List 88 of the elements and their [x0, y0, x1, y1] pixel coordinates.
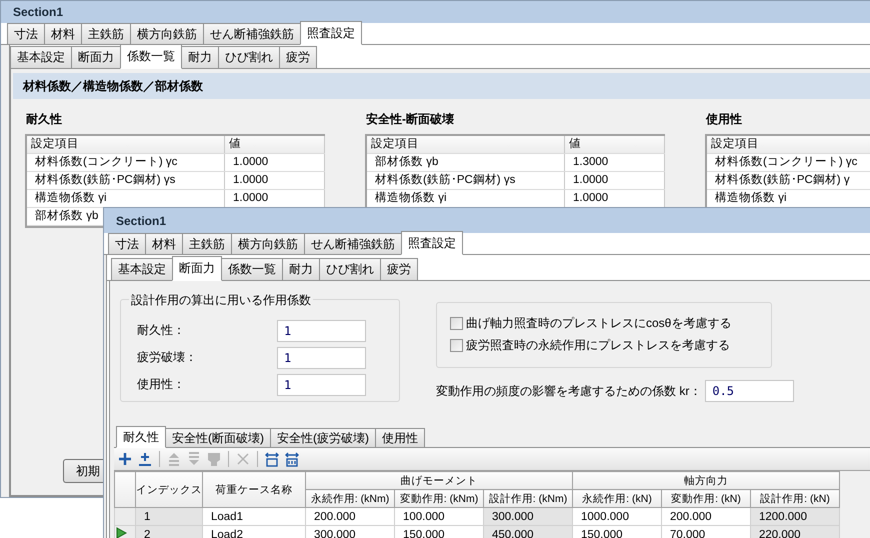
input-field[interactable]: 0.5 [705, 380, 794, 402]
column-header: 設定項目 [367, 136, 565, 153]
tab[interactable]: 基本設定 [111, 258, 173, 280]
tab[interactable]: 照査設定 [300, 21, 362, 45]
tab[interactable]: ひび割れ [218, 46, 280, 68]
column-group-header: 軸方向力 [572, 472, 840, 490]
section-heading: 使用性 [705, 111, 743, 128]
table-cell: 300.000 [484, 508, 572, 526]
column-header: インデックス [136, 472, 202, 508]
tab[interactable]: 係数一覧 [221, 258, 283, 280]
table-cell: Load2 [202, 526, 306, 538]
tab[interactable]: 主鉄筋 [182, 233, 232, 254]
tab[interactable]: 材料 [145, 233, 183, 254]
delete-icon [235, 451, 251, 467]
tab[interactable]: 横方向鉄筋 [130, 23, 204, 44]
tab[interactable]: 耐力 [181, 46, 219, 68]
tab[interactable]: 寸法 [108, 233, 146, 254]
field-label: 疲労破壊： [137, 349, 198, 366]
table-cell: 1 [136, 508, 202, 526]
table-cell: 200.000 [662, 508, 750, 526]
tab[interactable]: 使用性 [375, 428, 425, 447]
tab[interactable]: 安全性(断面破壊) [165, 428, 271, 447]
section-heading: 安全性-断面破壊 [365, 111, 455, 128]
tab[interactable]: 寸法 [7, 23, 45, 44]
add-icon [117, 451, 133, 467]
table-cell: 300.000 [306, 526, 394, 538]
tab[interactable]: 安全性(疲労破壊) [270, 428, 376, 447]
tab[interactable]: 疲労 [380, 258, 418, 280]
init-button[interactable]: 初期 [63, 459, 103, 483]
input-field[interactable]: 1 [277, 374, 366, 396]
column-header: 設計作用: (kN) [750, 490, 840, 508]
table-cell: 1000.000 [572, 508, 662, 526]
field-label: 変動作用の頻度の影響を考慮するための係数 kr： [436, 382, 702, 400]
panel-title: 材料係数／構造物係数／部材係数 [13, 73, 870, 99]
insert-icon [137, 451, 153, 467]
field-label: 使用性： [137, 376, 186, 393]
tab[interactable]: 材料 [44, 23, 82, 44]
tab[interactable]: 横方向鉄筋 [231, 233, 305, 254]
table-cell: 2 [136, 526, 202, 538]
fit-icon [264, 451, 280, 467]
column-header: 値 [565, 136, 665, 153]
tab[interactable]: 基本設定 [10, 46, 72, 68]
column-header: 変動作用: (kNm) [394, 490, 484, 508]
input-field[interactable]: 1 [277, 346, 366, 368]
tab[interactable]: せん断補強鉄筋 [203, 23, 301, 44]
table-cell: 1200.000 [750, 508, 840, 526]
fit-number-tool[interactable] [284, 451, 300, 467]
table-cell: 150.000 [394, 526, 484, 538]
column-header: 荷重ケース名称 [202, 472, 306, 508]
table-cell: 70.000 [662, 526, 750, 538]
add-tool[interactable] [117, 451, 133, 467]
down-icon [186, 451, 202, 467]
fit-number-icon [284, 451, 300, 467]
field-label: 耐久性： [137, 322, 186, 339]
tab[interactable]: 係数一覧 [120, 44, 182, 69]
table-cell: 220.000 [750, 526, 840, 538]
column-header: 設計作用: (kNm) [484, 490, 572, 508]
column-header: 設定項目 [707, 136, 870, 153]
column-group-header: 曲げモーメント [306, 472, 572, 490]
column-header: 永続作用: (kNm) [306, 490, 394, 508]
fit-tool[interactable] [264, 451, 280, 467]
tab[interactable]: 耐久性 [116, 426, 166, 448]
section-heading: 耐久性 [25, 111, 63, 128]
group-title: 設計作用の算出に用いる作用係数 [129, 292, 313, 309]
tab[interactable]: 耐力 [282, 258, 320, 280]
table-cell: 150.000 [572, 526, 662, 538]
tab[interactable]: 照査設定 [401, 231, 463, 255]
up-icon [166, 451, 182, 467]
table-cell: Load1 [202, 508, 306, 526]
tab[interactable]: せん断補強鉄筋 [304, 233, 402, 254]
column-header: 設定項目 [27, 136, 225, 153]
tab[interactable]: 断面力 [71, 46, 121, 68]
tab[interactable]: 断面力 [172, 256, 222, 281]
tab[interactable]: ひび割れ [319, 258, 381, 280]
checkbox[interactable]: 疲労照査時の永続作用にプレストレスを考慮する [450, 337, 771, 353]
insert-tool[interactable] [137, 451, 153, 467]
column-header: 変動作用: (kN) [662, 490, 750, 508]
tab[interactable]: 疲労 [279, 46, 317, 68]
column-header: 値 [225, 136, 325, 153]
tab[interactable]: 主鉄筋 [81, 23, 131, 44]
window-title: Section1 [1, 1, 870, 23]
table-cell: 200.000 [306, 508, 394, 526]
checkbox[interactable]: 曲げ軸力照査時のプレストレスにcosθを考慮する [450, 315, 771, 331]
table-cell: 450.000 [484, 526, 572, 538]
input-field[interactable]: 1 [277, 320, 366, 342]
window-title: Section1 [104, 208, 870, 233]
table-cell: 100.000 [394, 508, 484, 526]
column-header: 永続作用: (kN) [572, 490, 662, 508]
